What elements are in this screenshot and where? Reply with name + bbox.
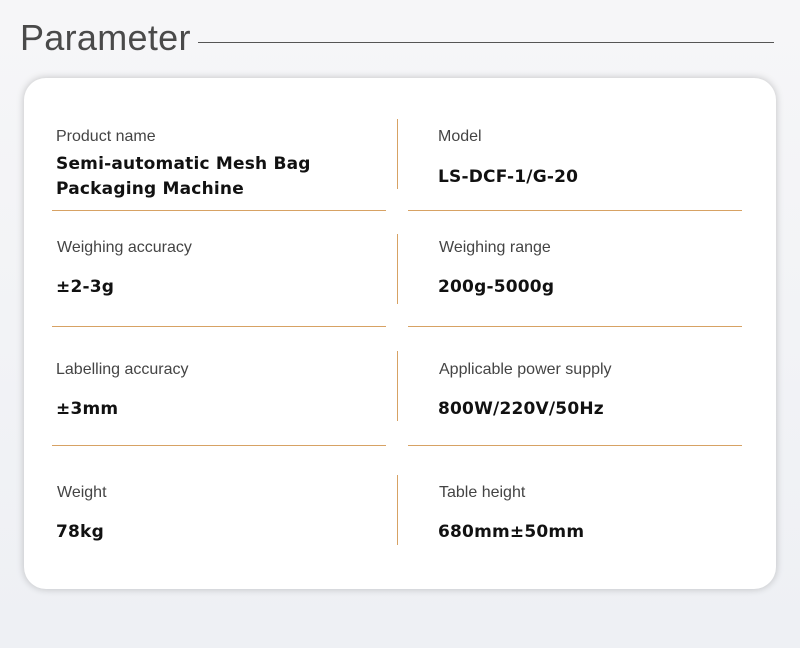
page-title: Parameter: [20, 17, 191, 58]
param-label-table-height: Table height: [439, 484, 526, 501]
column-divider: [397, 119, 398, 189]
param-label-weight: Weight: [57, 484, 107, 501]
param-label-model: Model: [438, 128, 482, 145]
column-divider: [397, 475, 398, 545]
row-divider: [52, 326, 386, 327]
param-label-product-name: Product name: [56, 128, 156, 145]
param-value-labelling-accuracy: ±3mm: [56, 399, 119, 419]
param-label-labelling-accuracy: Labelling accuracy: [56, 361, 189, 378]
column-divider: [397, 351, 398, 421]
row-divider: [408, 326, 742, 327]
row-divider: [408, 210, 742, 211]
param-value-weighing-range: 200g-5000g: [438, 277, 555, 297]
param-value-weight: 78kg: [56, 522, 104, 542]
param-value-power-supply: 800W/220V/50Hz: [438, 399, 604, 419]
param-label-power-supply: Applicable power supply: [439, 361, 612, 378]
param-label-weighing-accuracy: Weighing accuracy: [57, 239, 192, 256]
row-divider: [52, 210, 386, 211]
param-value-weighing-accuracy: ±2-3g: [56, 277, 115, 297]
column-divider: [397, 234, 398, 304]
row-divider: [408, 445, 742, 446]
param-value-model: LS-DCF-1/G-20: [438, 167, 579, 187]
param-value-product-name: Semi-automatic Mesh Bag Packaging Machin…: [56, 154, 311, 199]
param-label-weighing-range: Weighing range: [439, 239, 551, 256]
param-value-table-height: 680mm±50mm: [438, 522, 585, 542]
title-rule: [198, 42, 774, 43]
row-divider: [52, 445, 386, 446]
